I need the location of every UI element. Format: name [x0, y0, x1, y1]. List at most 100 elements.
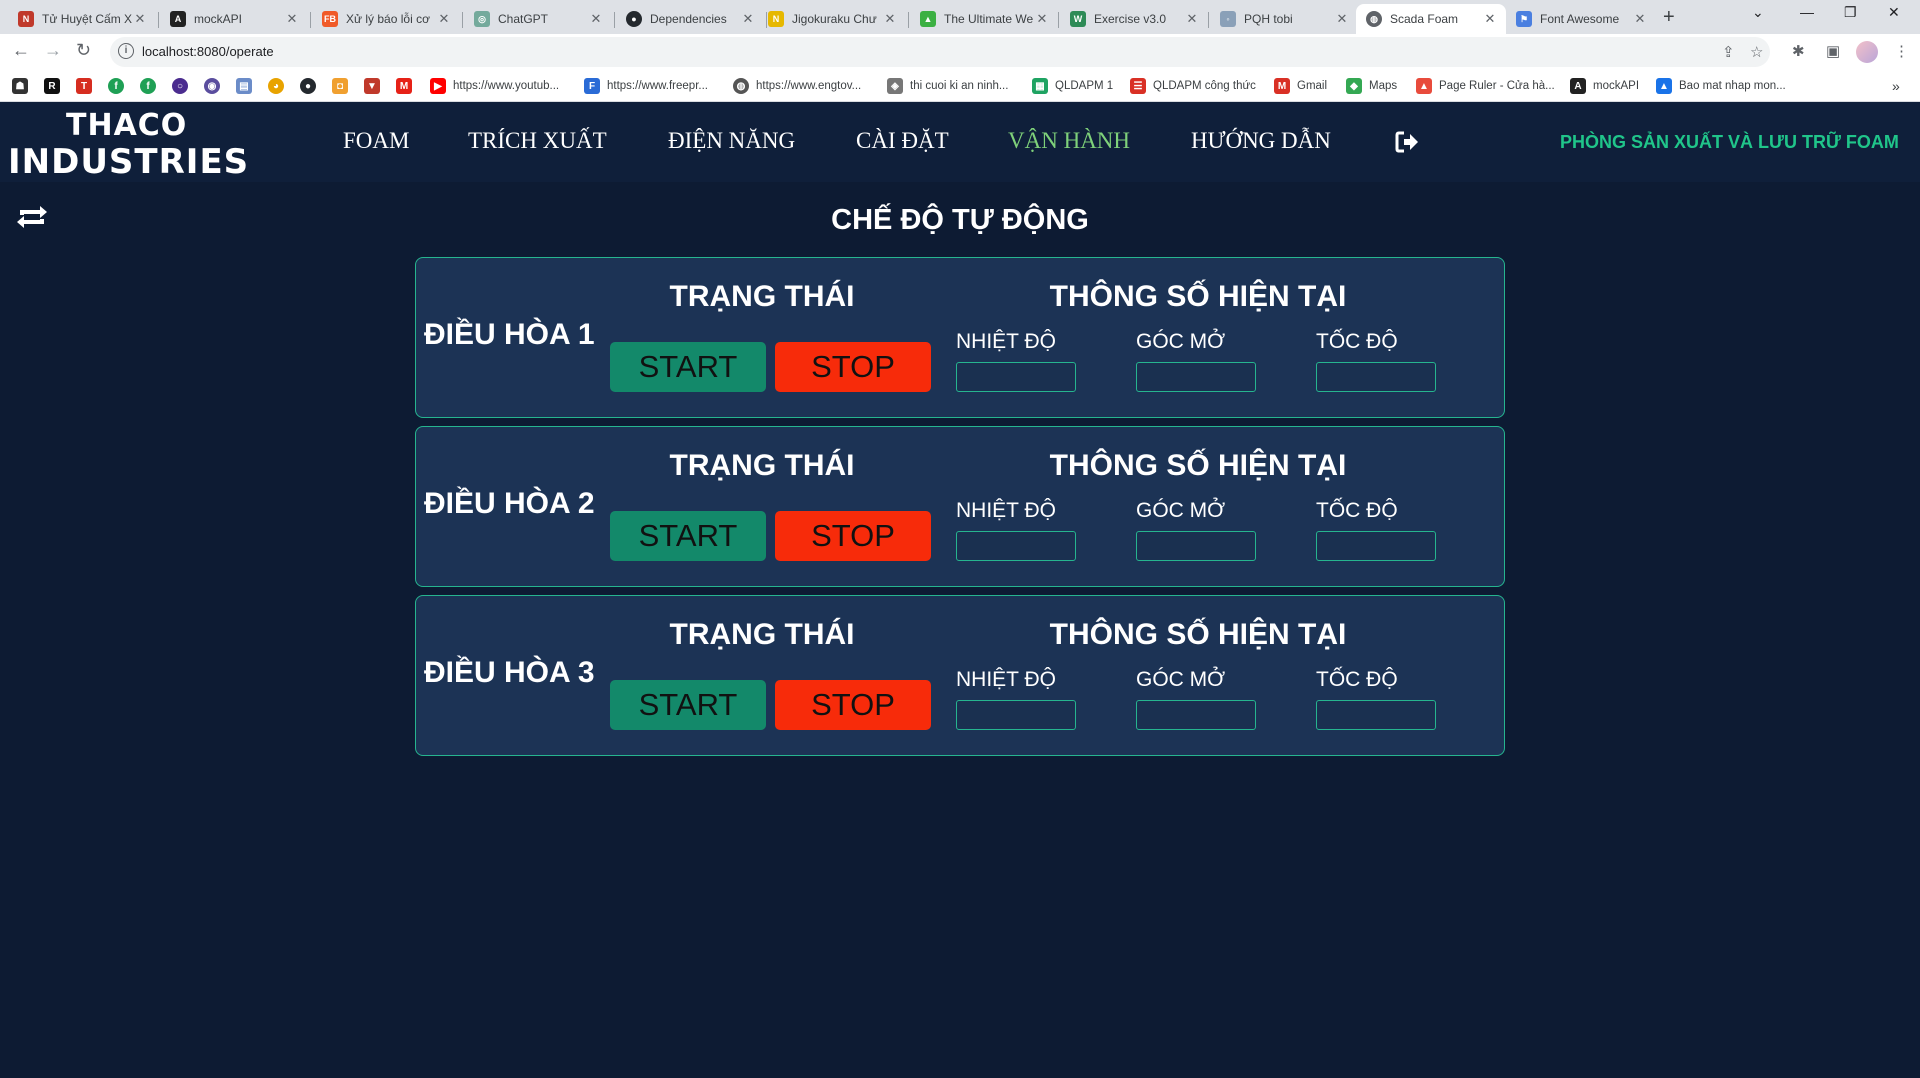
- nav-dien-nang[interactable]: ĐIỆN NĂNG: [668, 128, 795, 154]
- nav-trich-xuat[interactable]: TRÍCH XUẤT: [468, 128, 607, 154]
- bookmark-icon[interactable]: ◉: [204, 78, 220, 94]
- sign-out-icon[interactable]: [1394, 129, 1420, 155]
- browser-tab[interactable]: ⚑ Font Awesome ✕: [1506, 4, 1656, 34]
- speed-field[interactable]: [1316, 700, 1436, 730]
- bookmark-star-icon[interactable]: ☆: [1750, 43, 1763, 61]
- new-tab-icon[interactable]: +: [1663, 6, 1675, 29]
- bookmark-item[interactable]: ▲ Page Ruler - Cửa hà...: [1416, 78, 1555, 94]
- tab-title: Scada Foam: [1390, 12, 1459, 26]
- bookmark-item[interactable]: M Gmail: [1274, 78, 1327, 94]
- bookmark-item[interactable]: ▲ Bao mat nhap mon...: [1656, 78, 1786, 94]
- tab-title: Dependencies: [650, 12, 727, 26]
- brand-line-1: THACO: [66, 108, 188, 143]
- close-icon[interactable]: ✕: [882, 11, 898, 27]
- browser-tab[interactable]: A mockAPI ✕: [160, 4, 308, 34]
- github-icon[interactable]: ●: [300, 78, 316, 94]
- temperature-label: NHIỆT ĐỘ: [956, 330, 1056, 353]
- bookmark-item[interactable]: ◆ Maps: [1346, 78, 1397, 94]
- browser-tab-active[interactable]: ◍ Scada Foam ✕: [1356, 4, 1506, 34]
- tab-search-icon[interactable]: ⌄: [1752, 4, 1764, 21]
- bookmark-label: https://www.engtov...: [756, 80, 862, 92]
- start-button[interactable]: START: [610, 342, 766, 392]
- stop-button[interactable]: STOP: [775, 511, 931, 561]
- tab-title: Exercise v3.0: [1094, 12, 1167, 26]
- bookmark-icon[interactable]: M: [396, 78, 412, 94]
- side-panel-icon[interactable]: ▣: [1826, 42, 1840, 60]
- back-icon[interactable]: ←: [12, 40, 30, 61]
- close-icon[interactable]: ✕: [588, 11, 604, 27]
- tab-favicon-icon: ⚑: [1516, 11, 1532, 27]
- close-icon[interactable]: ✕: [1334, 11, 1350, 27]
- browser-tab[interactable]: W Exercise v3.0 ✕: [1060, 4, 1208, 34]
- angle-field[interactable]: [1136, 531, 1256, 561]
- bookmark-label: QLDAPM công thức: [1153, 80, 1256, 92]
- temperature-field[interactable]: [956, 531, 1076, 561]
- browser-tab[interactable]: FB Xử lý báo lỗi cơ ✕: [312, 4, 460, 34]
- brand-line-2: INDUSTRIES: [8, 142, 250, 182]
- bookmark-item[interactable]: ◍ https://www.engtov...: [733, 78, 861, 94]
- nav-huong-dan[interactable]: HƯỚNG DẪN: [1191, 128, 1331, 154]
- extensions-icon[interactable]: ✱: [1792, 42, 1805, 60]
- bookmark-item[interactable]: A mockAPI: [1570, 78, 1639, 94]
- stop-button[interactable]: STOP: [775, 680, 931, 730]
- nav-cai-dat[interactable]: CÀI ĐẶT: [856, 128, 949, 154]
- reload-icon[interactable]: ↻: [76, 40, 91, 61]
- address-bar[interactable]: i localhost:8080/operate ⇪ ☆: [110, 37, 1770, 67]
- nav-van-hanh[interactable]: VẬN HÀNH: [1008, 128, 1130, 154]
- bookmark-icon[interactable]: ○: [172, 78, 188, 94]
- start-button[interactable]: START: [610, 511, 766, 561]
- bookmark-icon[interactable]: f: [108, 78, 124, 94]
- bookmark-icon[interactable]: ▼: [364, 78, 380, 94]
- maps-icon: ◆: [1346, 78, 1362, 94]
- temperature-field[interactable]: [956, 700, 1076, 730]
- site-info-icon[interactable]: i: [118, 43, 134, 59]
- close-icon[interactable]: ✕: [436, 11, 452, 27]
- close-icon[interactable]: ✕: [1482, 11, 1498, 27]
- start-button[interactable]: START: [610, 680, 766, 730]
- speed-field[interactable]: [1316, 362, 1436, 392]
- bookmark-item[interactable]: ▶ https://www.youtub...: [430, 78, 559, 94]
- stop-button[interactable]: STOP: [775, 342, 931, 392]
- bookmark-icon[interactable]: f: [140, 78, 156, 94]
- gmail-icon: M: [1274, 78, 1290, 94]
- close-icon[interactable]: ✕: [1184, 11, 1200, 27]
- menu-kebab-icon[interactable]: ⋮: [1894, 42, 1909, 60]
- close-icon[interactable]: ✕: [1034, 11, 1050, 27]
- browser-tab[interactable]: N Tử Huyệt Cấm Xâm ✕: [8, 4, 156, 34]
- minimize-icon[interactable]: —: [1800, 4, 1814, 20]
- close-icon[interactable]: ✕: [132, 11, 148, 27]
- bookmark-icon[interactable]: T: [76, 78, 92, 94]
- nav-foam[interactable]: FOAM: [343, 128, 409, 154]
- bookmark-icon[interactable]: R: [44, 78, 60, 94]
- bookmark-item[interactable]: ◈ thi cuoi ki an ninh...: [887, 78, 1008, 94]
- share-icon[interactable]: ⇪: [1722, 43, 1735, 61]
- bookmark-item[interactable]: ▦ QLDAPM 1: [1032, 78, 1113, 94]
- temperature-field[interactable]: [956, 362, 1076, 392]
- forward-icon[interactable]: →: [44, 40, 62, 61]
- profile-avatar[interactable]: [1856, 41, 1878, 63]
- bookmark-item[interactable]: F https://www.freepr...: [584, 78, 708, 94]
- bookmark-icon[interactable]: ☗: [12, 78, 28, 94]
- browser-tab[interactable]: ◦ PQH tobi ✕: [1210, 4, 1358, 34]
- speed-field[interactable]: [1316, 531, 1436, 561]
- url-text[interactable]: localhost:8080/operate: [142, 44, 274, 59]
- close-icon[interactable]: ✕: [284, 11, 300, 27]
- browser-tab[interactable]: ● Dependencies ✕: [616, 4, 764, 34]
- browser-tab[interactable]: N Jigokuraku Chư ✕: [758, 4, 906, 34]
- bookmarks-overflow-icon[interactable]: »: [1892, 78, 1900, 94]
- bookmark-icon[interactable]: ◕: [268, 78, 284, 94]
- angle-field[interactable]: [1136, 362, 1256, 392]
- angle-field[interactable]: [1136, 700, 1256, 730]
- close-icon[interactable]: ✕: [740, 11, 756, 27]
- temperature-label: NHIỆT ĐỘ: [956, 499, 1056, 522]
- status-title: TRẠNG THÁI: [669, 449, 855, 482]
- tab-title: Tử Huyệt Cấm Xâm: [42, 12, 132, 26]
- browser-tab[interactable]: ▲ The Ultimate We ✕: [910, 4, 1058, 34]
- bookmark-icon[interactable]: ◘: [332, 78, 348, 94]
- close-icon[interactable]: ✕: [1632, 11, 1648, 27]
- bookmark-item[interactable]: ☰ QLDAPM công thức: [1130, 78, 1256, 94]
- browser-tab[interactable]: ◎ ChatGPT ✕: [464, 4, 612, 34]
- bookmark-icon[interactable]: ▤: [236, 78, 252, 94]
- restore-icon[interactable]: ❐: [1844, 4, 1857, 21]
- window-close-icon[interactable]: ✕: [1888, 4, 1900, 21]
